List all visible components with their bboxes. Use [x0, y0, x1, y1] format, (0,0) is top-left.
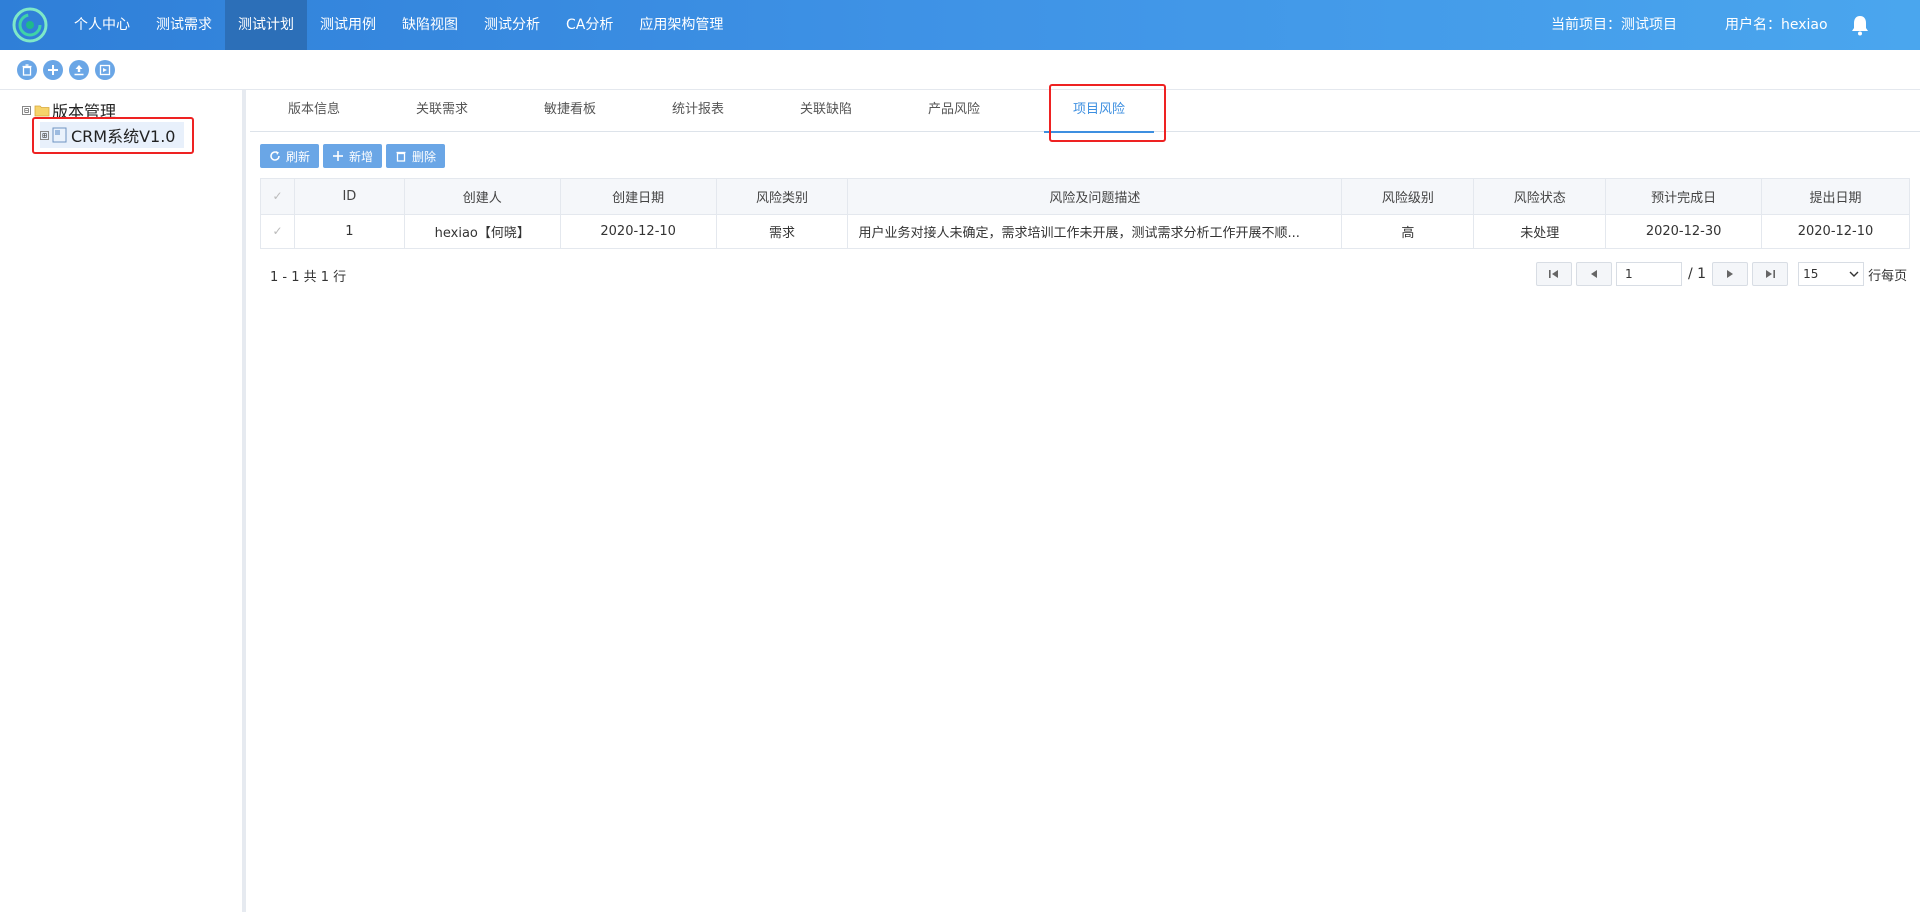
tab-statistics-report[interactable]: 统计报表	[634, 90, 762, 132]
refresh-label: 刷新	[286, 149, 311, 164]
refresh-button[interactable]: 刷新	[260, 144, 320, 168]
upload-icon	[74, 65, 84, 76]
tab-bar: 版本信息 关联需求 敏捷看板 统计报表 关联缺陷 产品风险 项目风险	[250, 90, 1920, 133]
next-page-button[interactable]	[1712, 262, 1749, 286]
page-number-input[interactable]	[1616, 262, 1682, 286]
trash-icon	[396, 151, 406, 162]
version-tree-panel: ⊟ 版本管理 ⊞ CRM系统V1.0	[0, 90, 246, 912]
first-page-button[interactable]	[1536, 262, 1572, 286]
nav-item-test-analysis[interactable]: 测试分析	[471, 0, 553, 50]
row-checkbox[interactable]: ✓	[260, 214, 295, 249]
tab-version-info[interactable]: 版本信息	[250, 90, 378, 132]
tab-linked-requirements[interactable]: 关联需求	[378, 90, 506, 132]
column-header[interactable]: 风险级别	[1341, 178, 1475, 215]
first-page-icon	[1549, 270, 1558, 278]
column-header[interactable]: 风险类别	[715, 178, 849, 215]
total-pages-label: / 1	[1688, 266, 1707, 282]
check-icon: ✓	[272, 189, 283, 203]
tree-node-crm-v1[interactable]: ⊞ CRM系统V1.0	[40, 122, 184, 148]
delete-version-button[interactable]	[17, 60, 37, 80]
export-button[interactable]	[95, 60, 115, 80]
select-all-checkbox[interactable]: ✓	[260, 178, 295, 215]
page-size-value: 15	[1803, 267, 1819, 281]
export-icon	[99, 64, 111, 76]
row-count-summary: 1 - 1 共 1 行	[270, 270, 347, 285]
trash-icon	[22, 64, 32, 76]
document-icon	[52, 127, 67, 143]
table-row[interactable]: ✓ 1 hexiao【何晓】 2020-12-10 需求 用户业务对接人未确定，…	[260, 214, 1910, 249]
tab-agile-board[interactable]: 敏捷看板	[506, 90, 634, 132]
check-icon: ✓	[272, 224, 283, 238]
nav-item-test-cases[interactable]: 测试用例	[307, 0, 389, 50]
refresh-icon	[270, 151, 280, 161]
table-cell: 2020-12-10	[1761, 214, 1910, 249]
delete-button[interactable]: 删除	[386, 144, 446, 168]
main-nav: 个人中心 测试需求 测试计划 测试用例 缺陷视图 测试分析 CA分析 应用架构管…	[61, 0, 736, 50]
table-cell: 2020-12-10	[559, 214, 717, 249]
nav-item-test-plan[interactable]: 测试计划	[225, 0, 307, 50]
table-header-row: ✓ ID 创建人 创建日期 风险类别 风险及问题描述 风险级别 风险状态 预计完…	[260, 178, 1910, 215]
tab-linked-defects[interactable]: 关联缺陷	[762, 90, 890, 132]
table-cell: 2020-12-30	[1605, 214, 1763, 249]
top-nav-bar: 个人中心 测试需求 测试计划 测试用例 缺陷视图 测试分析 CA分析 应用架构管…	[0, 0, 1920, 50]
tab-product-risk[interactable]: 产品风险	[890, 90, 1018, 132]
toolbar	[0, 50, 1920, 90]
table-cell: 需求	[715, 214, 849, 249]
folder-icon	[34, 105, 50, 116]
tab-project-risk[interactable]: 项目风险	[1044, 90, 1154, 133]
per-page-label: 行每页	[1868, 268, 1908, 284]
add-version-button[interactable]	[43, 60, 63, 80]
nav-item-test-requirements[interactable]: 测试需求	[143, 0, 225, 50]
pagination: / 1 15 行每页	[1536, 262, 1907, 286]
app-logo-icon	[12, 7, 48, 43]
plus-icon	[333, 151, 344, 161]
upload-button[interactable]	[69, 60, 89, 80]
nav-item-personal-center[interactable]: 个人中心	[61, 0, 143, 50]
expand-icon[interactable]: ⊞	[40, 130, 49, 140]
tree-node-version-management[interactable]: ⊟ 版本管理	[22, 98, 116, 122]
current-project-label[interactable]: 当前项目：测试项目	[1551, 0, 1677, 50]
table-cell: 1	[293, 214, 405, 249]
next-page-icon	[1727, 270, 1734, 278]
risk-table: ✓ ID 创建人 创建日期 风险类别 风险及问题描述 风险级别 风险状态 预计完…	[260, 178, 1910, 249]
column-header[interactable]: 预计完成日	[1605, 178, 1763, 215]
collapse-icon[interactable]: ⊟	[22, 105, 31, 115]
delete-label: 删除	[412, 149, 437, 164]
prev-page-icon	[1591, 270, 1597, 278]
tree-root-label[interactable]: 版本管理	[52, 98, 116, 122]
table-cell: 用户业务对接人未确定，需求培训工作未开展，测试需求分析工作开展不顺...	[847, 214, 1343, 249]
column-header[interactable]: 风险状态	[1473, 178, 1607, 215]
column-header[interactable]: 创建人	[403, 178, 561, 215]
chevron-down-icon	[1849, 271, 1859, 277]
column-header[interactable]: ID	[293, 178, 405, 215]
table-cell: 高	[1341, 214, 1475, 249]
action-buttons: 刷新 新增 删除	[260, 144, 446, 168]
nav-item-architecture-management[interactable]: 应用架构管理	[626, 0, 736, 50]
last-page-button[interactable]	[1752, 262, 1789, 286]
add-label: 新增	[349, 149, 374, 164]
plus-icon	[48, 65, 58, 75]
column-header[interactable]: 提出日期	[1761, 178, 1910, 215]
main-content: 版本信息 关联需求 敏捷看板 统计报表 关联缺陷 产品风险 项目风险 刷新 新增…	[250, 84, 1920, 912]
column-header[interactable]: 创建日期	[559, 178, 717, 215]
page-size-select[interactable]: 15	[1798, 262, 1865, 286]
tree-child-label[interactable]: CRM系统V1.0	[71, 123, 176, 147]
bell-icon[interactable]	[1850, 14, 1870, 36]
username-label[interactable]: 用户名：hexiao	[1725, 0, 1828, 50]
last-page-icon	[1766, 270, 1776, 278]
table-cell: 未处理	[1473, 214, 1607, 249]
prev-page-button[interactable]	[1576, 262, 1612, 286]
column-header[interactable]: 风险及问题描述	[847, 178, 1343, 215]
add-button[interactable]: 新增	[323, 144, 383, 168]
nav-item-ca-analysis[interactable]: CA分析	[553, 0, 626, 50]
nav-item-defect-view[interactable]: 缺陷视图	[389, 0, 471, 50]
table-cell: hexiao【何晓】	[403, 214, 561, 249]
